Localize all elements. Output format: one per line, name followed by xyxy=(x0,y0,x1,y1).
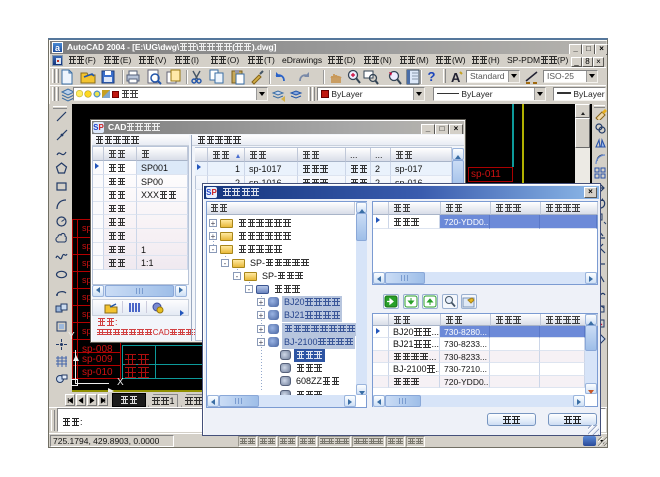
svg-text:A: A xyxy=(451,70,461,85)
